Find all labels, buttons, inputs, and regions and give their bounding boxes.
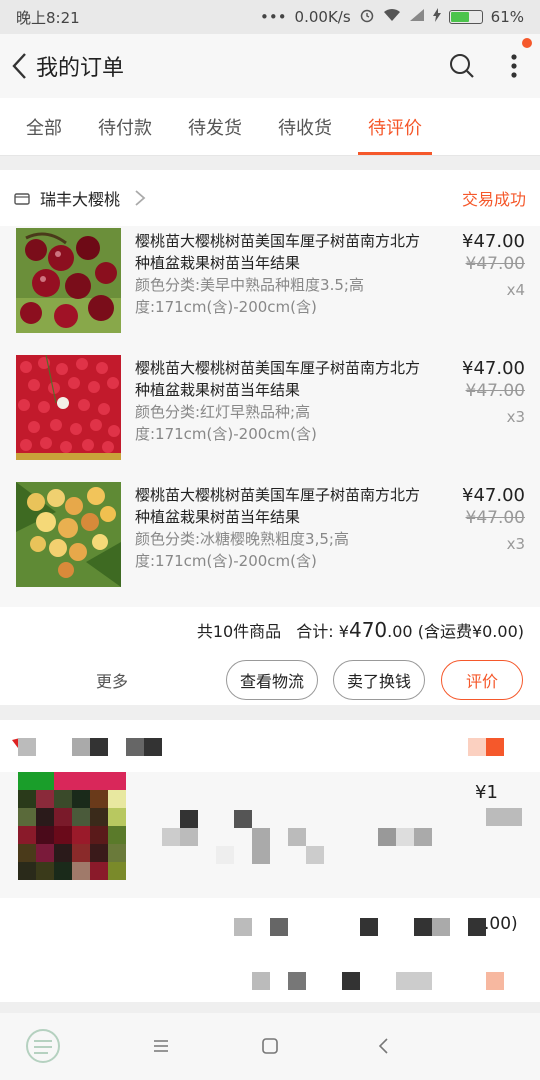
order-tabs: 全部 待付款 待发货 待收货 待评价 <box>0 98 540 156</box>
tab-pending-shipment[interactable]: 待发货 <box>178 98 252 155</box>
battery-percent: 61% <box>490 8 524 26</box>
wifi-icon <box>383 8 401 26</box>
back-icon <box>378 1038 388 1054</box>
chevron-right-icon <box>135 190 146 206</box>
order-item[interactable]: 樱桃苗大樱桃树苗美国车厘子树苗南方北方种植盆栽果树苗当年结果 颜色分类:美早中熟… <box>0 226 540 353</box>
order-card: 瑞丰大樱桃 交易成功 樱桃苗大樱桃树苗美国车厘子树苗南方北方种植盆栽果树苗当年结… <box>0 170 540 705</box>
pixelated-shop-row <box>0 720 540 772</box>
system-nav-bar <box>0 1013 540 1080</box>
product-quantity: x3 <box>506 408 525 426</box>
product-quantity: x3 <box>506 535 525 553</box>
search-icon <box>450 54 474 78</box>
pixelated-item: ¥1 <box>0 772 540 898</box>
product-spec: 颜色分类:美早中熟品种粗度3.5;高度:171cm(含)-200cm(含) <box>135 276 364 316</box>
total-label: 合计: <box>296 622 334 641</box>
more-dots-status-icon: ••• <box>260 8 287 26</box>
product-original-price: ¥47.00 <box>465 508 525 528</box>
obscured-total: .00) <box>484 914 518 934</box>
alarm-icon <box>359 7 375 27</box>
product-spec: 颜色分类:冰糖樱晚熟粗度3,5;高度:171cm(含)-200cm(含) <box>135 530 349 570</box>
charging-icon <box>432 8 441 26</box>
home-icon <box>262 1038 278 1054</box>
shop-name: 瑞丰大樱桃 <box>40 190 121 209</box>
item-count: 共10件商品 <box>196 622 282 641</box>
battery-icon <box>448 10 483 24</box>
order-item[interactable]: 樱桃苗大樱桃树苗美国车厘子树苗南方北方种植盆栽果树苗当年结果 颜色分类:红灯早熟… <box>0 353 540 480</box>
battery-level <box>450 12 469 22</box>
tab-pending-receipt[interactable]: 待收货 <box>268 98 342 155</box>
product-price: ¥47.00 <box>462 485 525 506</box>
product-image <box>16 355 121 460</box>
total-decimals: .00 <box>387 622 413 641</box>
order-item[interactable]: 樱桃苗大樱桃树苗美国车厘子树苗南方北方种植盆栽果树苗当年结果 颜色分类:冰糖樱晚… <box>0 480 540 607</box>
resell-button[interactable]: 卖了换钱 <box>333 660 425 700</box>
product-title: 樱桃苗大樱桃树苗美国车厘子树苗南方北方种植盆栽果树苗当年结果 <box>135 232 421 272</box>
more-vertical-icon <box>511 54 517 78</box>
app-bar: 我的订单 <box>0 34 540 98</box>
order-status: 交易成功 <box>461 190 526 209</box>
network-speed: 0.00K/s <box>294 8 351 26</box>
product-title: 樱桃苗大樱桃树苗美国车厘子树苗南方北方种植盆栽果树苗当年结果 <box>135 486 421 526</box>
tab-pending-review[interactable]: 待评价 <box>358 98 432 155</box>
menu-nav-button[interactable] <box>146 1031 176 1061</box>
back-button[interactable] <box>2 34 36 98</box>
product-quantity: x4 <box>506 281 525 299</box>
status-time: 晚上8:21 <box>16 8 80 27</box>
signal-icon <box>409 8 425 26</box>
total-amount: 470 <box>348 618 388 642</box>
chevron-left-icon <box>12 53 26 79</box>
notification-dot <box>522 38 532 48</box>
more-menu-button[interactable] <box>488 34 540 98</box>
order-actions: 更多 查看物流 卖了换钱 评价 <box>0 650 540 710</box>
home-nav-button[interactable] <box>255 1031 285 1061</box>
order-summary: 共10件商品 合计: ¥470.00 (含运费¥0.00) <box>197 618 524 642</box>
search-button[interactable] <box>436 34 488 98</box>
obscured-price: ¥1 <box>475 782 498 803</box>
status-bar: 晚上8:21 ••• 0.00K/s 61% <box>0 0 540 34</box>
menu-icon <box>154 1040 168 1052</box>
view-logistics-button[interactable]: 查看物流 <box>226 660 318 700</box>
back-nav-button[interactable] <box>368 1031 398 1061</box>
shipping-note: (含运费¥0.00) <box>417 622 524 641</box>
product-price: ¥47.00 <box>462 358 525 379</box>
tab-all[interactable]: 全部 <box>16 98 72 155</box>
review-button[interactable]: 评价 <box>441 660 523 700</box>
more-link[interactable]: 更多 <box>96 668 128 692</box>
shop-icon <box>14 193 30 205</box>
page-title: 我的订单 <box>36 56 125 81</box>
shop-header[interactable]: 瑞丰大樱桃 交易成功 <box>0 170 540 226</box>
order-card-obscured: ¥1 .00) <box>0 720 540 1002</box>
watermark-logo <box>24 1027 62 1065</box>
product-original-price: ¥47.00 <box>465 381 525 401</box>
pixelated-summary: .00) <box>0 910 540 1000</box>
total-currency: ¥ <box>338 622 349 641</box>
product-spec: 颜色分类:红灯早熟品种;高度:171cm(含)-200cm(含) <box>135 403 317 443</box>
product-image <box>16 482 121 587</box>
product-price: ¥47.00 <box>462 231 525 252</box>
product-title: 樱桃苗大樱桃树苗美国车厘子树苗南方北方种植盆栽果树苗当年结果 <box>135 359 421 399</box>
product-image <box>16 228 121 333</box>
tab-pending-payment[interactable]: 待付款 <box>88 98 162 155</box>
product-original-price: ¥47.00 <box>465 254 525 274</box>
